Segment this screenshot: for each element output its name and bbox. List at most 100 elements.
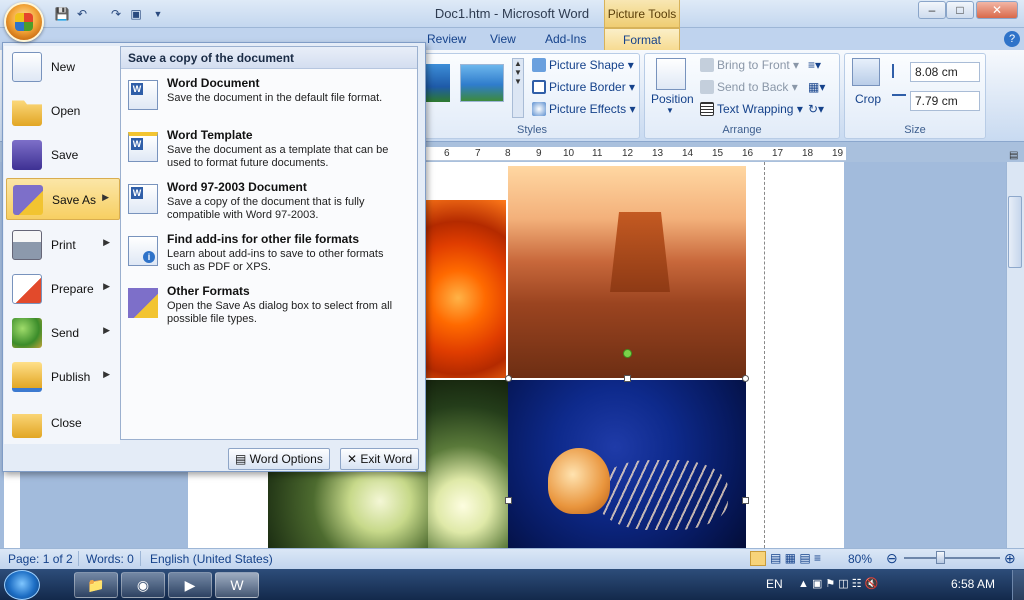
effects-icon: [532, 102, 546, 116]
hydrangea-image-left[interactable]: [268, 470, 428, 548]
hydrangea-image[interactable]: [426, 380, 508, 548]
menu-item-close[interactable]: Close: [6, 402, 120, 444]
minimize-button[interactable]: –: [918, 1, 946, 19]
view-buttons-icons[interactable]: ▤ ▦ ▤ ≡: [770, 551, 821, 565]
styles-gallery-scroll[interactable]: ▲ ▼ ▼: [512, 58, 524, 118]
save-icon[interactable]: 💾: [54, 6, 70, 22]
width-input[interactable]: 7.79 cm: [910, 91, 980, 111]
option-description: Save the document as a template that can…: [167, 144, 389, 169]
clock[interactable]: 6:58 AM: [951, 577, 995, 591]
width-icon: [892, 94, 906, 108]
shape-icon: [532, 58, 546, 72]
resize-handle[interactable]: [624, 375, 631, 382]
rotate-icon[interactable]: ↻▾: [808, 102, 824, 116]
menu-item-label: Save As: [52, 193, 97, 207]
position-button[interactable]: Position: [651, 92, 694, 106]
menu-item-prepare[interactable]: Prepare ▶: [6, 268, 120, 310]
save-option-find-add-ins[interactable]: i Find add-ins for other file formats Le…: [126, 232, 406, 276]
rotation-handle[interactable]: [623, 349, 632, 358]
tab-add-ins[interactable]: Add-Ins: [545, 32, 586, 50]
picture-effects-button[interactable]: Picture Effects ▾: [532, 102, 636, 116]
save-option-word-template[interactable]: W Word Template Save the document as a t…: [126, 128, 406, 172]
text-wrapping-button[interactable]: Text Wrapping ▾: [700, 102, 803, 116]
tab-view[interactable]: View: [490, 32, 516, 50]
tray-icons[interactable]: ▲ ▣ ⚑ ◫ ☷ 🔇: [798, 577, 878, 590]
tab-format[interactable]: Format: [604, 28, 680, 52]
menu-item-save[interactable]: Save: [6, 134, 120, 176]
submenu-arrow-icon: ▶: [103, 281, 110, 291]
menu-item-open[interactable]: Open: [6, 90, 120, 132]
style-thumbnail[interactable]: [460, 64, 504, 102]
office-button[interactable]: [4, 2, 44, 42]
picture-tools-context-label: Picture Tools: [604, 0, 680, 28]
height-input[interactable]: 8.08 cm: [910, 62, 980, 82]
redo-icon[interactable]: ↷: [108, 6, 124, 22]
prepare-icon: [12, 274, 42, 304]
menu-item-send[interactable]: Send ▶: [6, 312, 120, 354]
menu-item-print[interactable]: Print ▶: [6, 224, 120, 266]
close-window-button[interactable]: ✕: [976, 1, 1018, 19]
mesa-shape: [610, 212, 670, 292]
zoom-slider-thumb[interactable]: [936, 551, 945, 564]
save-option-word-document[interactable]: W Word Document Save the document in the…: [126, 76, 406, 120]
align-icon[interactable]: ≡▾: [808, 58, 821, 72]
resize-handle[interactable]: [505, 375, 512, 382]
crop-icon[interactable]: [852, 58, 880, 86]
menu-item-new[interactable]: New: [6, 46, 120, 88]
flower-image[interactable]: [426, 200, 506, 378]
menu-item-label: Open: [51, 104, 81, 118]
submenu-arrow-icon: ▶: [102, 192, 109, 202]
save-option-other-formats[interactable]: Other Formats Open the Save As dialog bo…: [126, 284, 406, 328]
picture-shape-button[interactable]: Picture Shape ▾: [532, 58, 634, 72]
group-icon[interactable]: ▦▾: [808, 80, 825, 94]
word-count[interactable]: Words: 0: [86, 552, 134, 566]
zoom-out-icon[interactable]: ⊖: [886, 550, 898, 567]
print-layout-view-icon[interactable]: [750, 551, 766, 566]
resize-handle[interactable]: [742, 497, 749, 504]
exit-word-button[interactable]: ✕ Exit Word: [340, 448, 420, 470]
chrome-icon[interactable]: ◉: [121, 572, 165, 598]
zoom-level[interactable]: 80%: [848, 552, 872, 566]
page-count[interactable]: Page: 1 of 2: [8, 552, 73, 566]
explorer-icon[interactable]: 📁: [74, 572, 118, 598]
view-ruler-icon[interactable]: ▤: [1009, 150, 1018, 161]
save-option-word-97-2003[interactable]: W Word 97-2003 Document Save a copy of t…: [126, 180, 406, 224]
picture-icon[interactable]: ▣: [128, 6, 144, 22]
resize-handle[interactable]: [742, 375, 749, 382]
media-player-icon[interactable]: ▶: [168, 572, 212, 598]
zoom-slider-track[interactable]: [904, 557, 1000, 559]
save-as-icon: [13, 185, 43, 215]
office-logo-icon: [15, 13, 33, 31]
word-taskbar-icon[interactable]: W: [215, 572, 259, 598]
scrollbar-thumb[interactable]: [1008, 196, 1022, 268]
menu-item-publish[interactable]: Publish ▶: [6, 356, 120, 398]
option-description: Save the document in the default file fo…: [167, 92, 383, 104]
bring-to-front-button[interactable]: Bring to Front ▾: [700, 58, 799, 72]
ruler-tick: 15: [712, 148, 724, 159]
customize-qat-icon[interactable]: ▼: [150, 6, 166, 22]
vertical-ruler[interactable]: [4, 470, 20, 548]
menu-item-label: Publish: [51, 370, 91, 384]
menu-item-save-as[interactable]: Save As ▶: [6, 178, 120, 220]
language-status[interactable]: English (United States): [150, 552, 273, 566]
tab-review[interactable]: Review: [427, 32, 466, 50]
start-button[interactable]: [4, 570, 40, 600]
show-desktop-button[interactable]: [1012, 570, 1024, 600]
position-icon[interactable]: [656, 58, 686, 90]
ruler-tick: 8: [505, 148, 511, 159]
exit-icon: ✕: [347, 452, 361, 466]
styles-group-label: Styles: [517, 124, 547, 136]
send-to-back-button[interactable]: Send to Back ▾: [700, 80, 798, 94]
undo-icon[interactable]: ↶: [74, 6, 90, 22]
ruler-tick: 13: [652, 148, 664, 159]
help-icon[interactable]: ?: [1004, 31, 1020, 47]
picture-border-button[interactable]: Picture Border ▾: [532, 80, 635, 94]
style-thumbnail[interactable]: [426, 64, 450, 102]
input-language[interactable]: EN: [766, 577, 783, 591]
word-document-icon: W: [128, 80, 158, 110]
restore-button[interactable]: □: [946, 1, 974, 19]
zoom-in-icon[interactable]: ⊕: [1004, 550, 1016, 567]
resize-handle[interactable]: [505, 497, 512, 504]
word-options-button[interactable]: ▤ Word Options: [228, 448, 330, 470]
crop-button[interactable]: Crop: [855, 92, 881, 106]
